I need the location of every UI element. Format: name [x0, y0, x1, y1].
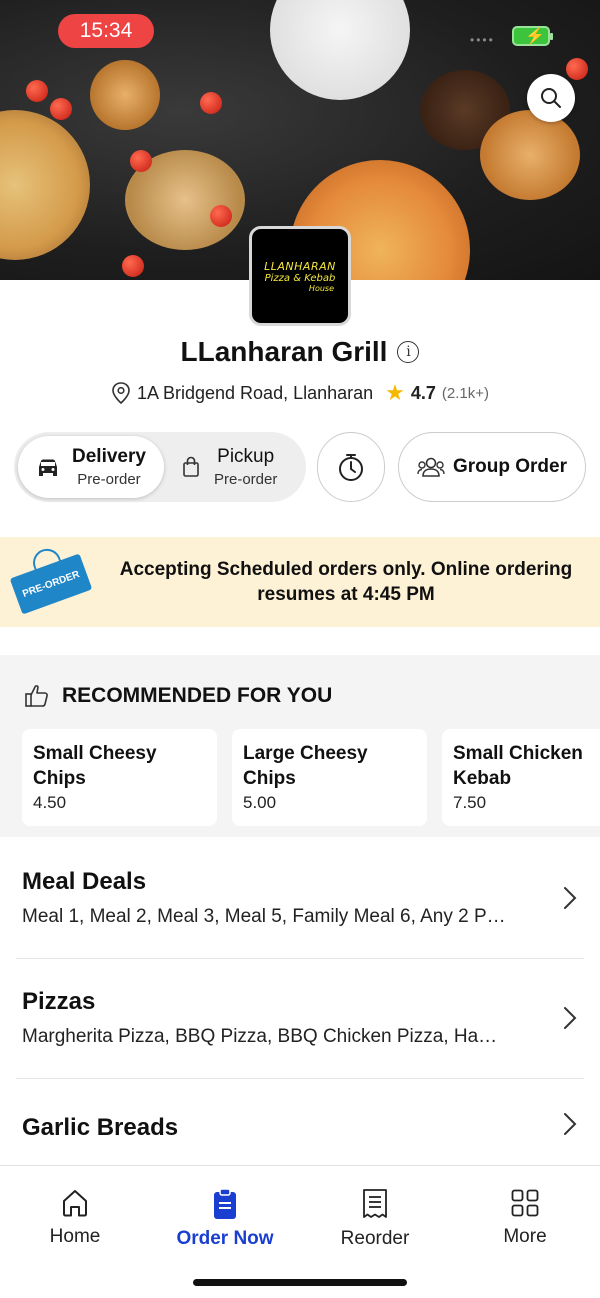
restaurant-address: 1A Bridgend Road, Llanharan: [136, 382, 374, 403]
recommended-card[interactable]: Small Cheesy Chips 4.50: [22, 729, 217, 826]
tab-more[interactable]: More: [450, 1188, 600, 1248]
home-indicator: [193, 1279, 407, 1286]
car-icon: [39, 459, 57, 476]
timer-icon: [339, 454, 363, 481]
search-icon: [541, 88, 561, 108]
preorder-sign-icon: PRE-ORDER: [9, 553, 93, 615]
logo-line: Pizza & Kebab: [264, 272, 336, 284]
recommended-item-price: 7.50: [453, 793, 487, 812]
food-bun: [90, 60, 160, 130]
banner-message: Accepting Scheduled orders only. Online …: [119, 559, 573, 605]
schedule-button[interactable]: [317, 432, 385, 502]
restaurant-meta: 1A Bridgend Road, Llanharan ★ 4.7 (2.1k+…: [0, 380, 600, 406]
thumbs-up-icon: [25, 685, 48, 707]
star-icon: ★: [385, 380, 405, 405]
tab-home[interactable]: Home: [0, 1188, 150, 1248]
tab-label: Order Now: [176, 1228, 274, 1249]
tomato: [122, 255, 144, 277]
battery-icon: ⚡: [512, 26, 553, 46]
recommended-header: RECOMMENDED FOR YOU: [24, 683, 332, 709]
restaurant-title-row: LLanharan Grill i: [0, 336, 600, 368]
receipt-icon: [363, 1189, 387, 1218]
chevron-right-icon: [564, 1007, 577, 1029]
pickup-option[interactable]: Pickup Pre-order: [174, 436, 304, 498]
rating-count: (2.1k+): [441, 384, 490, 402]
bottom-tab-bar: Home Order Now Reorder More: [0, 1165, 600, 1298]
tomato: [50, 98, 72, 120]
restaurant-name: LLanharan Grill: [180, 336, 388, 367]
tomato: [26, 80, 48, 102]
order-mode-switch: Delivery Pre-order Pickup Pre-order: [14, 432, 306, 502]
rating-value: 4.7: [410, 382, 436, 403]
chevron-right-icon: [564, 1113, 577, 1135]
recommended-item-name: Small Chicken Kebab: [453, 743, 583, 789]
chevron-right-icon: [564, 887, 577, 909]
food-pizza-slice: [0, 110, 90, 260]
recommended-item-price: 5.00: [243, 793, 277, 812]
tab-label: More: [503, 1226, 547, 1247]
category-description: Margherita Pizza, BBQ Pizza, BBQ Chicken…: [22, 1026, 498, 1047]
food-burger-bun: [480, 110, 580, 200]
category-description: Meal 1, Meal 2, Meal 3, Meal 5, Family M…: [22, 906, 506, 927]
recommended-item-price: 4.50: [33, 793, 67, 812]
preorder-banner: PRE-ORDER Accepting Scheduled orders onl…: [0, 537, 600, 627]
grid-icon: [511, 1189, 539, 1217]
restaurant-logo: LLANHARAN Pizza & Kebab House: [249, 226, 351, 326]
recommended-card[interactable]: Small Chicken Kebab 7.50: [442, 729, 600, 826]
recommended-item-name: Small Cheesy Chips: [33, 743, 157, 789]
order-icon: [214, 1188, 236, 1219]
recommended-section: RECOMMENDED FOR YOU Small Cheesy Chips 4…: [0, 655, 600, 837]
info-icon[interactable]: i: [397, 341, 420, 363]
status-time: 15:34: [58, 14, 154, 48]
logo-line: House: [308, 283, 334, 293]
shopping-bag-icon: [183, 456, 199, 477]
pickup-sub: Pre-order: [214, 471, 278, 488]
home-icon: [63, 1190, 87, 1217]
tomato: [130, 150, 152, 172]
logo-line: LLANHARAN: [264, 259, 336, 273]
recommended-card[interactable]: Large Cheesy Chips 5.00: [232, 729, 427, 826]
location-pin-icon: [112, 382, 130, 404]
category-row-pizzas[interactable]: Pizzas Margherita Pizza, BBQ Pizza, BBQ …: [0, 958, 600, 1078]
food-plate-wrap: [270, 0, 410, 100]
group-order-button[interactable]: Group Order: [398, 432, 586, 502]
tomato: [210, 205, 232, 227]
tab-reorder[interactable]: Reorder: [300, 1188, 450, 1250]
group-icon: [417, 457, 445, 477]
group-order-label: Group Order: [452, 456, 567, 477]
signal-icon: ••••: [470, 33, 495, 47]
tab-order-now[interactable]: Order Now: [150, 1188, 300, 1250]
category-row-garlic-breads[interactable]: Garlic Breads: [0, 1078, 600, 1165]
delivery-sub: Pre-order: [77, 471, 141, 488]
category-title: Pizzas: [22, 988, 96, 1015]
delivery-label: Delivery: [72, 446, 146, 467]
recommended-item-name: Large Cheesy Chips: [243, 743, 368, 789]
tomato: [566, 58, 588, 80]
recommended-title: RECOMMENDED FOR YOU: [62, 684, 333, 707]
pickup-label: Pickup: [217, 446, 275, 467]
tab-label: Home: [49, 1226, 101, 1247]
category-title: Meal Deals: [22, 868, 147, 895]
delivery-option[interactable]: Delivery Pre-order: [18, 436, 164, 498]
category-row-meal-deals[interactable]: Meal Deals Meal 1, Meal 2, Meal 3, Meal …: [0, 838, 600, 958]
category-title: Garlic Breads: [22, 1114, 179, 1141]
search-button[interactable]: [527, 74, 575, 122]
tomato: [200, 92, 222, 114]
tab-label: Reorder: [340, 1228, 410, 1249]
